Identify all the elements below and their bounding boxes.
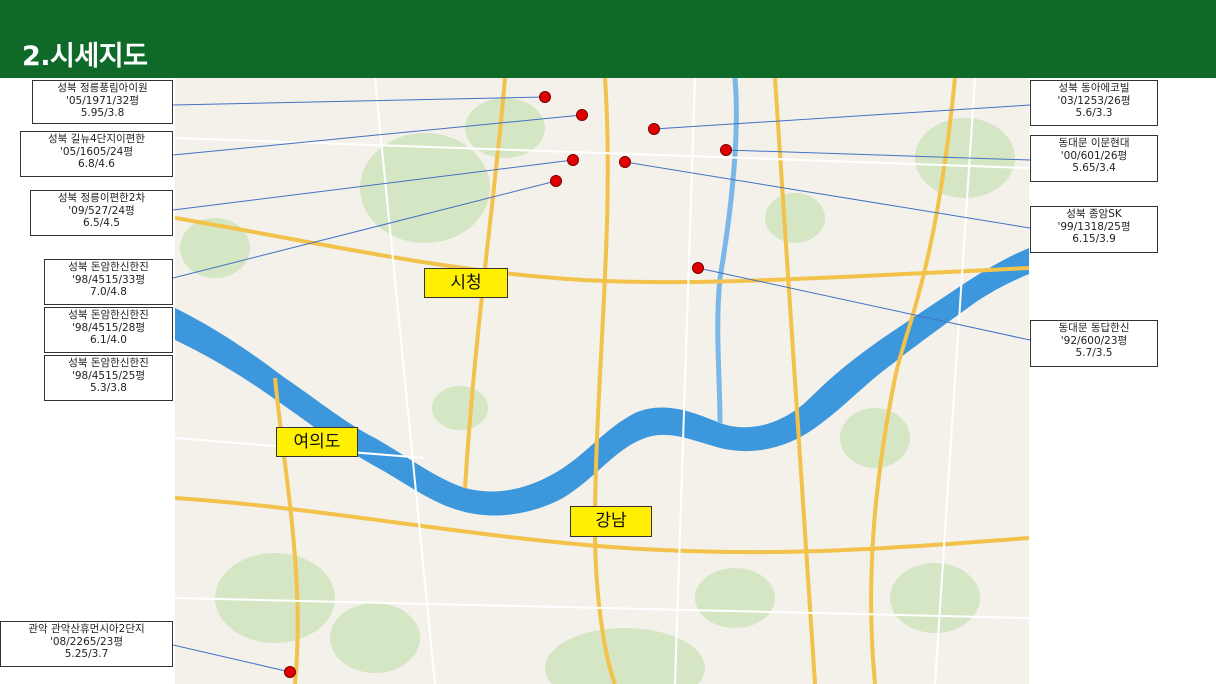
seoul-map[interactable] bbox=[175, 78, 1029, 684]
listing-info: '98/4515/33평 bbox=[71, 273, 146, 286]
listing-info: '98/4515/25평 bbox=[71, 369, 146, 382]
listing-info: '00/601/26평 bbox=[1060, 149, 1128, 162]
listing-box[interactable]: 동대문 동답한신 '92/600/23평 5.7/3.5 bbox=[1030, 320, 1158, 367]
listing-name: 관악 관악산휴먼시아2단지 bbox=[28, 623, 145, 635]
listing-info: '03/1253/26평 bbox=[1057, 94, 1131, 107]
listing-price: 5.95/3.8 bbox=[80, 107, 125, 119]
listing-price: 5.3/3.8 bbox=[90, 382, 127, 394]
listing-box[interactable]: 성북 돈암한신한진 '98/4515/25평 5.3/3.8 bbox=[44, 355, 173, 401]
listing-box[interactable]: 성북 정릉이편한2차 '09/527/24평 6.5/4.5 bbox=[30, 190, 173, 236]
listing-box[interactable]: 성북 종암SK '99/1318/25평 6.15/3.9 bbox=[1030, 206, 1158, 253]
listing-price: 6.1/4.0 bbox=[90, 334, 127, 346]
area-label-gangnam: 강남 bbox=[570, 506, 652, 537]
header-bar: 2.시세지도 bbox=[0, 0, 1216, 78]
listing-info: '98/4515/28평 bbox=[71, 321, 146, 334]
listing-price: 6.5/4.5 bbox=[83, 217, 120, 229]
listing-name: 성북 돈암한신한진 bbox=[68, 357, 149, 369]
listing-price: 7.0/4.8 bbox=[90, 286, 127, 298]
listing-price: 6.8/4.6 bbox=[78, 158, 115, 170]
listing-price: 5.65/3.4 bbox=[1072, 162, 1116, 174]
listing-name: 동대문 이문현대 bbox=[1058, 137, 1130, 149]
page-title: 2.시세지도 bbox=[22, 41, 148, 72]
listing-box[interactable]: 성북 정릉풍림아이원 '05/1971/32평 5.95/3.8 bbox=[32, 80, 173, 124]
listing-info: '05/1605/24평 bbox=[59, 145, 134, 158]
listing-price: 5.6/3.3 bbox=[1075, 107, 1113, 119]
listing-name: 성북 돈암한신한진 bbox=[68, 309, 149, 321]
listing-info: '09/527/24평 bbox=[68, 204, 135, 217]
area-label-yeouido: 여의도 bbox=[276, 427, 358, 457]
listing-box[interactable]: 성북 돈암한신한진 '98/4515/33평 7.0/4.8 bbox=[44, 259, 173, 305]
area-label-city-hall: 시청 bbox=[424, 268, 508, 298]
listing-name: 성북 동아에코빌 bbox=[1058, 82, 1130, 94]
listing-price: 5.25/3.7 bbox=[64, 648, 109, 660]
listing-name: 성북 정릉풍림아이원 bbox=[57, 82, 148, 94]
listing-name: 성북 종암SK bbox=[1066, 208, 1122, 220]
map-canvas bbox=[175, 78, 1029, 684]
listing-info: '99/1318/25평 bbox=[1057, 220, 1131, 233]
listing-box[interactable]: 성북 돈암한신한진 '98/4515/28평 6.1/4.0 bbox=[44, 307, 173, 353]
listing-name: 성북 정릉이편한2차 bbox=[57, 192, 146, 204]
listing-box[interactable]: 동대문 이문현대 '00/601/26평 5.65/3.4 bbox=[1030, 135, 1158, 182]
listing-info: '92/600/23평 bbox=[1060, 334, 1128, 347]
listing-price: 6.15/3.9 bbox=[1072, 233, 1116, 245]
listing-box[interactable]: 관악 관악산휴먼시아2단지 '08/2265/23평 5.25/3.7 bbox=[0, 621, 173, 667]
listing-info: '05/1971/32평 bbox=[65, 94, 140, 107]
listing-name: 성북 돈암한신한진 bbox=[68, 261, 149, 273]
listing-box[interactable]: 성북 길뉴4단지이편한 '05/1605/24평 6.8/4.6 bbox=[20, 131, 173, 177]
listing-box[interactable]: 성북 동아에코빌 '03/1253/26평 5.6/3.3 bbox=[1030, 80, 1158, 126]
listing-name: 성북 길뉴4단지이편한 bbox=[48, 133, 145, 145]
listing-price: 5.7/3.5 bbox=[1075, 347, 1113, 359]
listing-name: 동대문 동답한신 bbox=[1058, 322, 1130, 334]
listing-info: '08/2265/23평 bbox=[49, 635, 124, 648]
